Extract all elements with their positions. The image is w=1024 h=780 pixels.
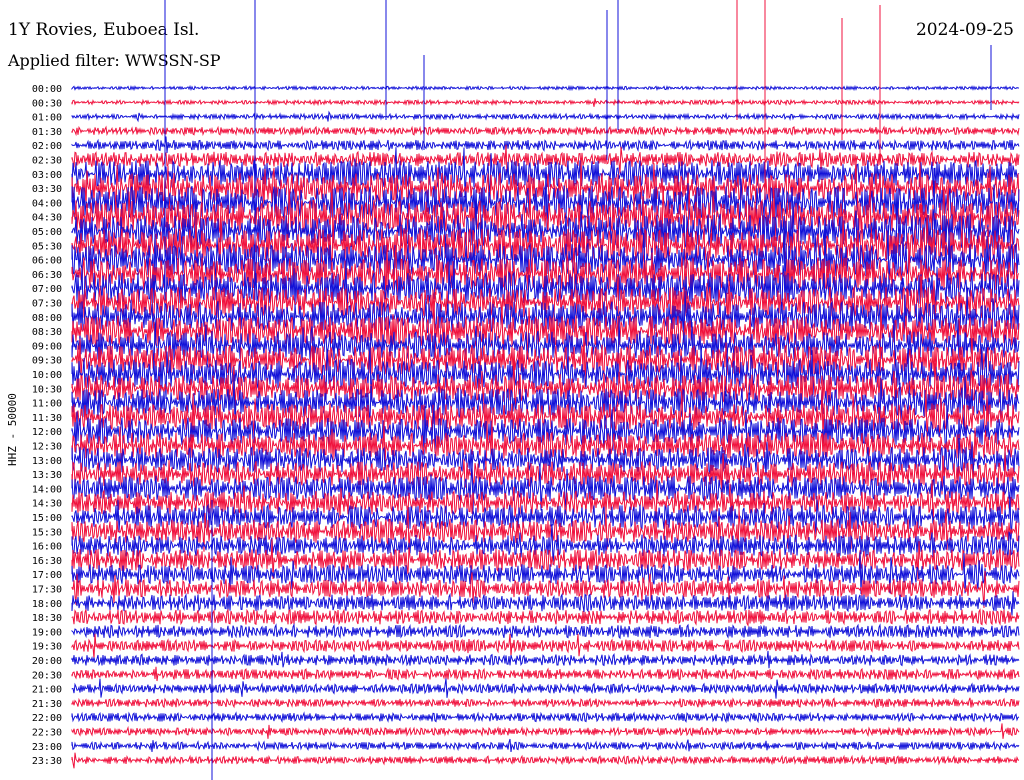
row-label: 05:30 [32, 241, 62, 252]
trace-line [71, 752, 1020, 769]
row-label: 21:00 [32, 685, 62, 696]
trace-line [71, 678, 1020, 699]
row-label: 03:00 [32, 170, 62, 181]
row-label: 00:30 [32, 98, 62, 109]
row-label: 11:00 [32, 399, 62, 410]
row-label: 08:30 [32, 327, 62, 338]
row-label: 06:30 [32, 270, 62, 281]
row-label: 16:00 [32, 542, 62, 553]
trace-line [71, 608, 1020, 627]
row-label: 19:30 [32, 642, 62, 653]
row-label: 02:30 [32, 156, 62, 167]
row-label: 12:00 [32, 427, 62, 438]
row-label: 09:30 [32, 356, 62, 367]
row-label: 21:30 [32, 699, 62, 710]
helicorder-plot: 00:00 00:30 01:00 01:30 02:00 02:30 03:00 03:30… [32, 0, 1020, 780]
row-label: 22:30 [32, 728, 62, 739]
row-label: 09:00 [32, 341, 62, 352]
row-label: 10:00 [32, 370, 62, 381]
row-label: 12:30 [32, 442, 62, 453]
row-label: 18:30 [32, 613, 62, 624]
trace-line [71, 110, 1020, 123]
row-label: 04:00 [32, 198, 62, 209]
row-label: 15:30 [32, 527, 62, 538]
row-label: 01:00 [32, 113, 62, 124]
row-label: 17:00 [32, 570, 62, 581]
trace-line [71, 633, 1020, 659]
row-label: 15:00 [32, 513, 62, 524]
trace-line [71, 125, 1020, 137]
trace-line [71, 136, 1020, 154]
row-label: 23:00 [32, 742, 62, 753]
row-label: 13:30 [32, 470, 62, 481]
row-label: 05:00 [32, 227, 62, 238]
trace-line [71, 84, 1019, 92]
row-label: 07:00 [32, 284, 62, 295]
trace-line [71, 622, 1020, 640]
trace-line [71, 738, 1020, 753]
row-label: 08:00 [32, 313, 62, 324]
row-label: 02:00 [32, 141, 62, 152]
row-label: 19:00 [32, 627, 62, 638]
row-label: 14:00 [32, 484, 62, 495]
trace-line [71, 697, 1020, 709]
trace-line [71, 666, 1020, 682]
row-label: 07:30 [32, 299, 62, 310]
trace-line [71, 711, 1020, 724]
row-label: 14:30 [32, 499, 62, 510]
trace-line [71, 723, 1020, 739]
row-label: 20:30 [32, 670, 62, 681]
row-label: 16:30 [32, 556, 62, 567]
trace-line [71, 650, 1020, 669]
row-label: 00:00 [32, 84, 62, 95]
row-label: 04:30 [32, 213, 62, 224]
row-label: 22:00 [32, 713, 62, 724]
row-label: 23:30 [32, 756, 62, 767]
row-label: 11:30 [32, 413, 62, 424]
row-label: 18:00 [32, 599, 62, 610]
row-label: 10:30 [32, 384, 62, 395]
row-label: 01:30 [32, 127, 62, 138]
row-label: 17:30 [32, 585, 62, 596]
row-label: 06:00 [32, 256, 62, 267]
row-label: 20:00 [32, 656, 62, 667]
row-label: 13:00 [32, 456, 62, 467]
row-label: 03:30 [32, 184, 62, 195]
trace-line [71, 98, 1020, 107]
